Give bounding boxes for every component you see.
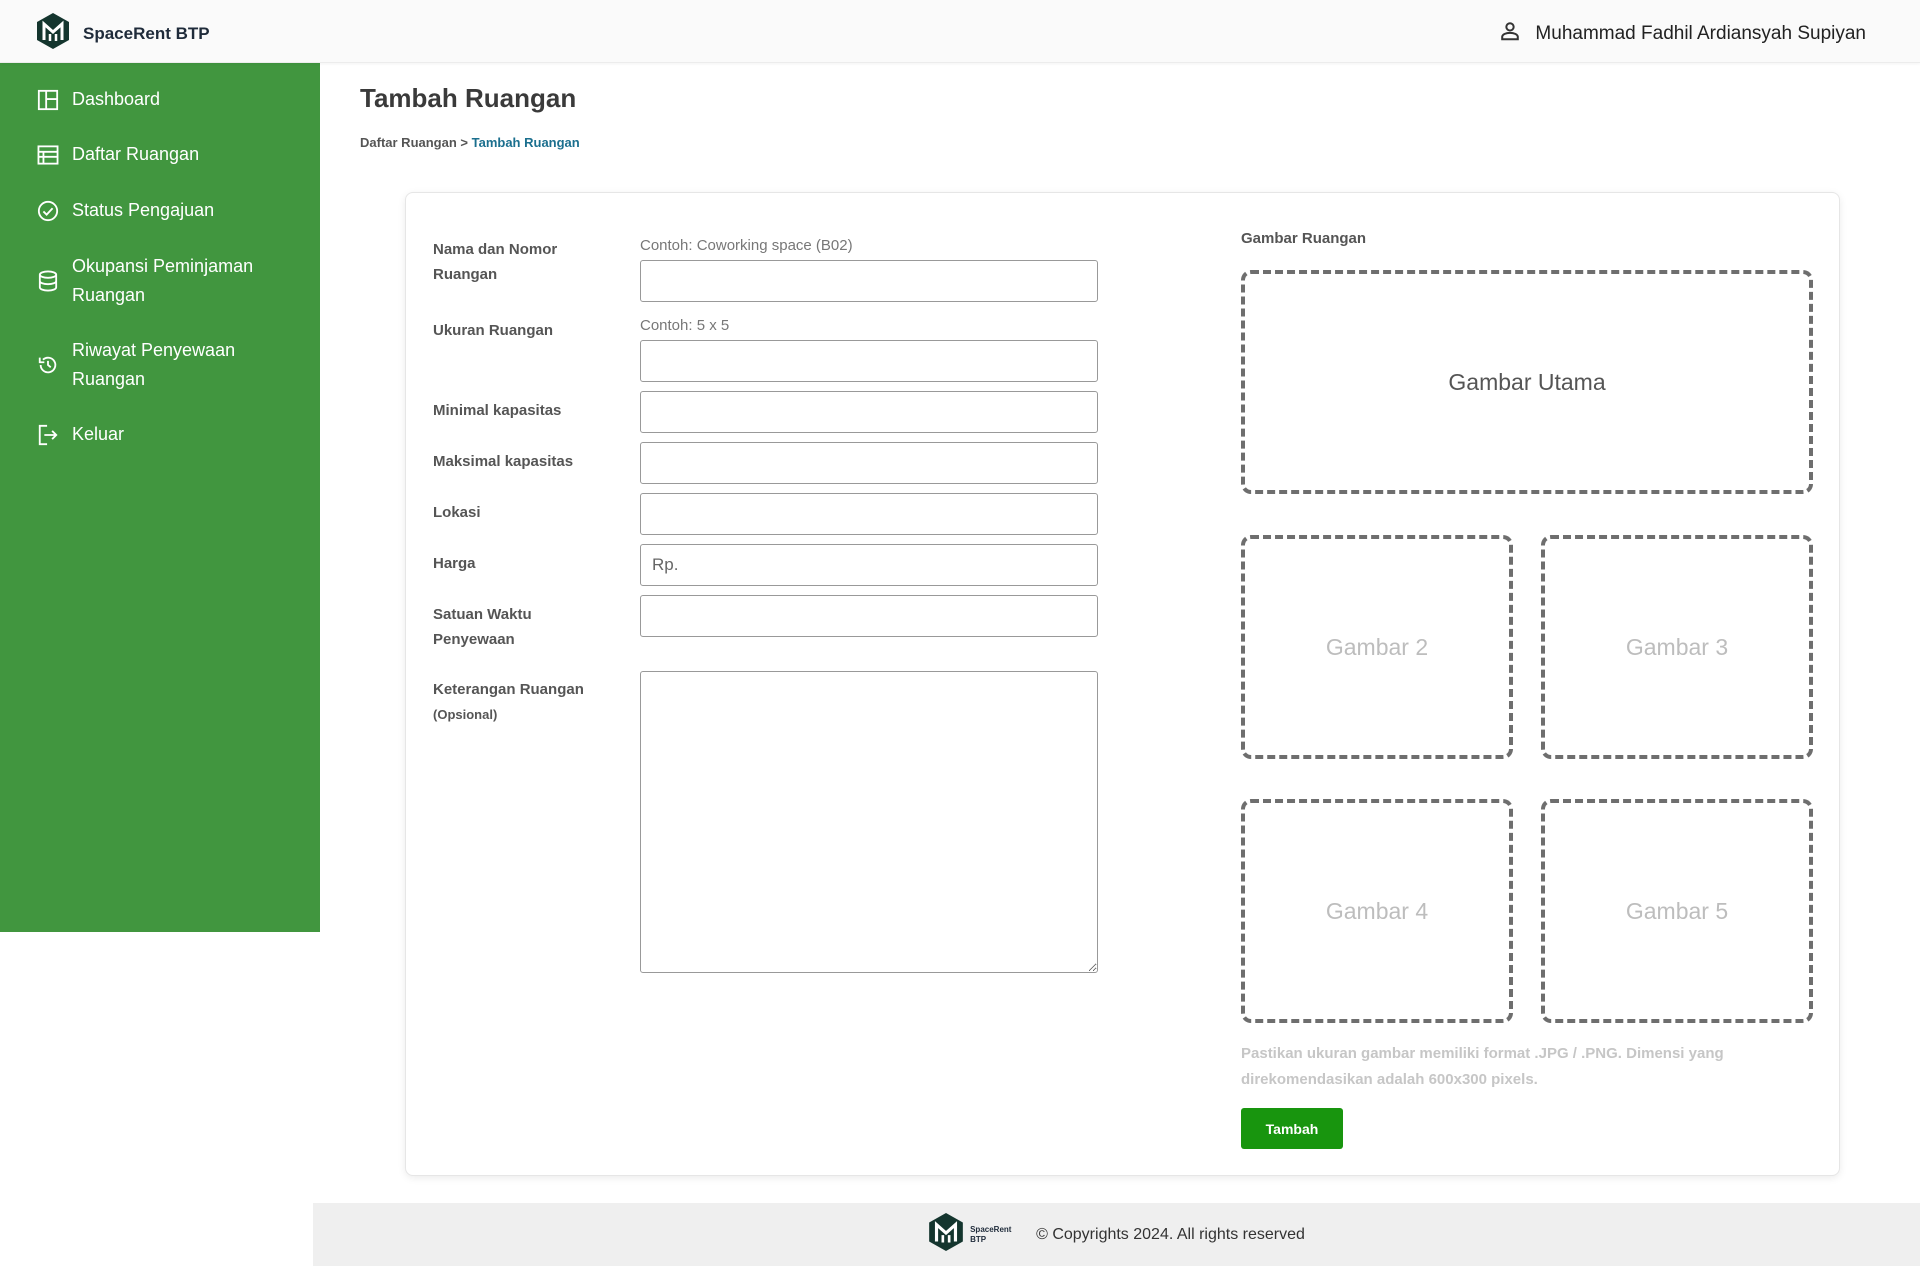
room-name-input[interactable]	[640, 260, 1098, 302]
brand-name: SpaceRent BTP	[83, 23, 210, 43]
max-capacity-input[interactable]	[640, 442, 1098, 484]
room-description-label: Keterangan Ruangan (Opsional)	[433, 677, 603, 727]
table-list-icon	[36, 140, 60, 169]
top-bar: SpaceRent BTP Muhammad Fadhil Ardiansyah…	[0, 0, 1920, 63]
rental-time-unit-input[interactable]	[640, 595, 1098, 637]
sidebar-item-label: Daftar Ruangan	[72, 144, 200, 164]
image-4-label: Gambar 4	[1325, 897, 1429, 924]
database-icon	[36, 267, 60, 296]
main-content: Tambah Ruangan Daftar Ruangan > Tambah R…	[320, 63, 1920, 1203]
breadcrumb-parent-link[interactable]: Daftar Ruangan	[360, 135, 457, 150]
logout-icon	[36, 420, 60, 449]
footer-brand-name: SpaceRent BTP	[970, 1224, 1012, 1244]
sidebar-item-keluar[interactable]: Keluar	[36, 420, 306, 449]
dashboard-icon	[36, 85, 60, 114]
sidebar-item-label: Status Pengajuan	[72, 200, 215, 220]
image-3-label: Gambar 3	[1625, 633, 1729, 660]
footer: SpaceRent BTP © Copyrights 2024. All rig…	[313, 1203, 1920, 1266]
spacerent-logo-icon	[36, 12, 70, 55]
rental-time-unit-label: Satuan Waktu Penyewaan	[433, 606, 532, 648]
room-name-label: Nama dan Nomor Ruangan	[433, 241, 558, 283]
sidebar-item-label: Keluar	[72, 424, 125, 444]
room-size-label: Ukuran Ruangan	[433, 322, 554, 339]
room-size-input[interactable]	[640, 340, 1098, 382]
sidebar-item-dashboard[interactable]: Dashboard	[36, 85, 306, 114]
sidebar-item-daftar-ruangan[interactable]: Daftar Ruangan	[36, 140, 306, 169]
page-title: Tambah Ruangan	[360, 83, 577, 113]
user-icon	[1499, 20, 1521, 48]
sidebar-item-label: Okupansi Peminjaman Ruangan	[72, 256, 254, 305]
optional-sublabel: (Opsional)	[433, 707, 498, 722]
add-room-button[interactable]: Tambah	[1241, 1108, 1343, 1149]
image-5-upload[interactable]: Gambar 5	[1541, 799, 1813, 1023]
image-4-upload[interactable]: Gambar 4	[1241, 799, 1513, 1023]
history-icon	[36, 351, 60, 380]
footer-brand: SpaceRent BTP	[928, 1212, 1014, 1257]
user-menu[interactable]: Muhammad Fadhil Ardiansyah Supiyan	[1499, 20, 1866, 48]
breadcrumb: Daftar Ruangan > Tambah Ruangan	[360, 135, 580, 150]
sidebar-item-okupansi[interactable]: Okupansi Peminjaman Ruangan	[36, 252, 306, 310]
room-description-label-text: Keterangan Ruangan	[433, 681, 584, 698]
check-circle-icon	[36, 196, 60, 225]
price-input[interactable]	[640, 544, 1098, 586]
user-name: Muhammad Fadhil Ardiansyah Supiyan	[1535, 23, 1866, 44]
sidebar: Dashboard Daftar Ruangan Status Pengajua…	[0, 63, 320, 932]
breadcrumb-separator: >	[456, 135, 472, 150]
room-description-textarea[interactable]	[640, 671, 1098, 973]
main-image-upload[interactable]: Gambar Utama	[1241, 270, 1813, 494]
add-room-form-card: Nama dan Nomor Ruangan Contoh: Coworking…	[405, 192, 1840, 1176]
location-label: Lokasi	[433, 504, 481, 521]
breadcrumb-current: Tambah Ruangan	[471, 135, 580, 150]
spacerent-logo-icon	[928, 1212, 964, 1257]
image-format-note: Pastikan ukuran gambar memiliki format .…	[1241, 1045, 1724, 1088]
max-capacity-label: Maksimal kapasitas	[433, 453, 574, 470]
sidebar-item-status-pengajuan[interactable]: Status Pengajuan	[36, 196, 306, 225]
sidebar-item-riwayat[interactable]: Riwayat Penyewaan Ruangan	[36, 336, 306, 394]
location-input[interactable]	[640, 493, 1098, 535]
sidebar-item-label: Riwayat Penyewaan Ruangan	[72, 340, 236, 389]
image-5-label: Gambar 5	[1625, 897, 1729, 924]
image-3-upload[interactable]: Gambar 3	[1541, 535, 1813, 759]
room-images-title: Gambar Ruangan	[1241, 230, 1367, 247]
copyright-text: © Copyrights 2024. All rights reserved	[1036, 1225, 1305, 1243]
room-name-hint: Contoh: Coworking space (B02)	[640, 237, 853, 254]
price-label: Harga	[433, 555, 476, 572]
sidebar-item-label: Dashboard	[72, 89, 161, 109]
min-capacity-input[interactable]	[640, 391, 1098, 433]
brand[interactable]: SpaceRent BTP	[36, 12, 210, 55]
main-image-label: Gambar Utama	[1448, 368, 1606, 395]
room-size-hint: Contoh: 5 x 5	[640, 317, 730, 334]
image-2-label: Gambar 2	[1325, 633, 1429, 660]
image-2-upload[interactable]: Gambar 2	[1241, 535, 1513, 759]
min-capacity-label: Minimal kapasitas	[433, 402, 562, 419]
